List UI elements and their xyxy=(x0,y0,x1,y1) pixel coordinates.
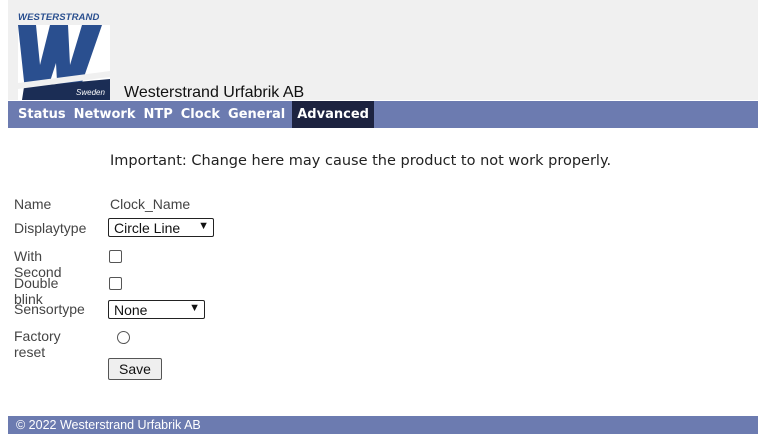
double-blink-checkbox[interactable] xyxy=(109,277,122,290)
sensortype-select[interactable]: None ▼ xyxy=(108,300,205,319)
logo-wordmark: WESTERSTRAND xyxy=(18,12,100,23)
chevron-down-icon: ▼ xyxy=(189,302,200,314)
displaytype-label: Displaytype xyxy=(14,220,87,236)
company-title: Westerstrand Urfabrik AB xyxy=(124,84,305,101)
logo-tagline: Sweden xyxy=(76,88,105,97)
displaytype-select[interactable]: Circle Line ▼ xyxy=(108,218,214,237)
name-label: Name xyxy=(14,196,52,212)
displaytype-selected-value: Circle Line xyxy=(114,219,181,236)
tab-network[interactable]: Network xyxy=(70,101,140,128)
sensortype-label: Sensortype xyxy=(14,301,85,317)
factory-reset-radio[interactable] xyxy=(117,331,130,344)
sensortype-selected-value: None xyxy=(114,301,148,318)
tab-status[interactable]: Status xyxy=(8,101,70,128)
with-second-checkbox[interactable] xyxy=(109,250,122,263)
save-button[interactable]: Save xyxy=(108,358,162,380)
footer-copyright: © 2022 Westerstrand Urfabrik AB xyxy=(8,416,758,434)
factory-reset-label: Factory reset xyxy=(14,328,61,360)
name-value: Clock_Name xyxy=(110,196,191,212)
chevron-down-icon: ▼ xyxy=(198,220,209,232)
tab-clock[interactable]: Clock xyxy=(177,101,224,128)
westerstrand-logo: WESTERSTRAND Sweden xyxy=(18,12,118,100)
tab-advanced[interactable]: Advanced xyxy=(292,101,374,128)
tab-ntp[interactable]: NTP xyxy=(139,101,176,128)
main-nav: Status Network NTP Clock General Advance… xyxy=(8,101,758,128)
tab-general[interactable]: General xyxy=(224,101,289,128)
page-header: WESTERSTRAND Sweden Westerstrand Urfabri… xyxy=(8,6,758,101)
warning-notice: Important: Change here may cause the pro… xyxy=(110,153,612,169)
